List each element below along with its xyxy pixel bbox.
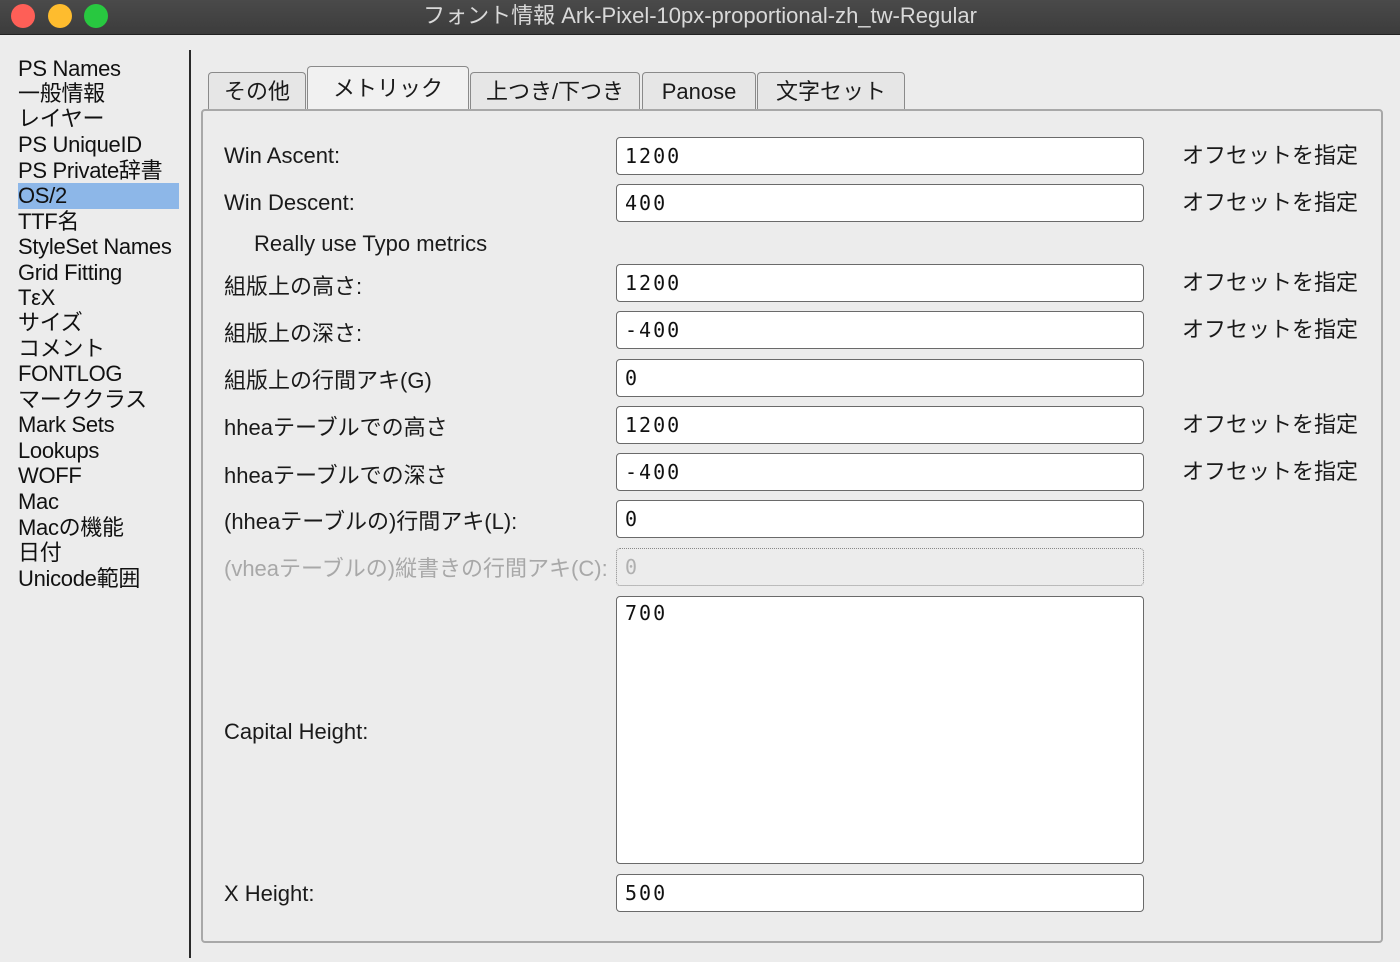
tab-charsets[interactable]: 文字セット: [757, 72, 905, 110]
hhea-line-gap-label: (hheaテーブルの)行間アキ(L):: [224, 509, 518, 534]
win-descent-field[interactable]: [616, 184, 1144, 222]
sidebar-item-lookups[interactable]: Lookups: [18, 438, 99, 464]
tab-panose[interactable]: Panose: [642, 72, 756, 110]
win-descent-offset-toggle[interactable]: オフセットを指定: [1182, 188, 1358, 218]
typo-ascent-label: 組版上の高さ:: [224, 274, 363, 299]
sidebar-item-mark-sets[interactable]: Mark Sets: [18, 412, 115, 438]
capital-height-label: Capital Height:: [224, 719, 369, 744]
capital-height-field[interactable]: 700: [616, 596, 1144, 864]
hhea-ascent-field[interactable]: [616, 406, 1144, 444]
hhea-line-gap-field[interactable]: [616, 500, 1144, 538]
tab-metrics[interactable]: メトリック: [307, 66, 469, 110]
sidebar-item-dates[interactable]: 日付: [18, 540, 62, 566]
title-bar: フォント情報 Ark-Pixel-10px-proportional-zh_tw…: [0, 0, 1400, 35]
sidebar-item-woff[interactable]: WOFF: [18, 463, 82, 489]
sidebar-item-mark-classes[interactable]: マーククラス: [18, 387, 147, 413]
tab-super-subscript[interactable]: 上つき/下つき: [470, 72, 640, 110]
sidebar-item-ps-names[interactable]: PS Names: [18, 56, 121, 82]
really-use-typo-metrics-checkbox[interactable]: Really use Typo metrics: [254, 229, 487, 259]
sidebar-item-styleset-names[interactable]: StyleSet Names: [18, 234, 172, 260]
sidebar-item-mac-features[interactable]: Macの機能: [18, 515, 124, 541]
sidebar-item-ps-uniqueid[interactable]: PS UniqueID: [18, 132, 142, 158]
sidebar-item-size[interactable]: サイズ: [18, 310, 83, 336]
typo-line-gap-label: 組版上の行間アキ(G): [224, 368, 432, 393]
hhea-descent-offset-toggle[interactable]: オフセットを指定: [1182, 457, 1358, 487]
typo-descent-label: 組版上の深さ:: [224, 321, 363, 346]
sidebar-item-comment[interactable]: コメント: [18, 336, 105, 362]
hhea-descent-label: hheaテーブルでの深さ: [224, 463, 448, 488]
sidebar: PS Names 一般情報 レイヤー PS UniqueID PS Privat…: [0, 34, 189, 962]
typo-ascent-field[interactable]: [616, 264, 1144, 302]
win-descent-label: Win Descent:: [224, 190, 355, 215]
sidebar-item-fontlog[interactable]: FONTLOG: [18, 361, 123, 387]
x-height-label: X Height:: [224, 881, 315, 906]
sidebar-item-ps-private[interactable]: PS Private辞書: [18, 158, 163, 184]
tab-misc[interactable]: その他: [208, 72, 306, 110]
vhea-line-gap-field: [616, 548, 1144, 586]
sidebar-item-os2[interactable]: OS/2: [18, 183, 179, 209]
typo-ascent-offset-toggle[interactable]: オフセットを指定: [1182, 268, 1358, 298]
sidebar-item-tex[interactable]: TεX: [18, 285, 55, 311]
sidebar-item-grid-fitting[interactable]: Grid Fitting: [18, 260, 122, 286]
win-ascent-field[interactable]: [616, 137, 1144, 175]
typo-descent-offset-toggle[interactable]: オフセットを指定: [1182, 315, 1358, 345]
sidebar-item-mac[interactable]: Mac: [18, 489, 59, 515]
x-height-field[interactable]: [616, 874, 1144, 912]
win-ascent-offset-toggle[interactable]: オフセットを指定: [1182, 141, 1358, 171]
sidebar-item-unicode-ranges[interactable]: Unicode範囲: [18, 566, 140, 592]
sidebar-item-general[interactable]: 一般情報: [18, 81, 105, 107]
typo-line-gap-field[interactable]: [616, 359, 1144, 397]
typo-descent-field[interactable]: [616, 311, 1144, 349]
sidebar-item-ttf-names[interactable]: TTF名: [18, 209, 79, 235]
hhea-ascent-offset-toggle[interactable]: オフセットを指定: [1182, 410, 1358, 440]
sidebar-divider[interactable]: [189, 50, 191, 958]
vhea-line-gap-label: (vheaテーブルの)縦書きの行間アキ(C):: [224, 556, 608, 581]
window-title: フォント情報 Ark-Pixel-10px-proportional-zh_tw…: [423, 3, 977, 28]
sidebar-item-layers[interactable]: レイヤー: [18, 106, 104, 132]
win-ascent-label: Win Ascent:: [224, 143, 341, 168]
hhea-descent-field[interactable]: [616, 453, 1144, 491]
hhea-ascent-label: hheaテーブルでの高さ: [224, 415, 448, 440]
